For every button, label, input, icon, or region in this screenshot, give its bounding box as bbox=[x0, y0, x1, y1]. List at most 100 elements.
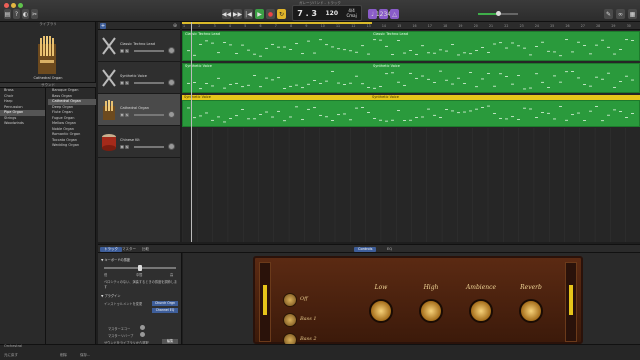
lcd-tempo: 120 bbox=[325, 9, 338, 17]
plugin-slot-1[interactable]: Church Orgn bbox=[152, 301, 178, 306]
master-volume-fill bbox=[478, 13, 498, 15]
solo-button[interactable]: S bbox=[125, 113, 129, 117]
sens-low-label: 低 bbox=[104, 273, 108, 277]
delete-button[interactable]: 削除 bbox=[60, 353, 67, 358]
notepad-button[interactable]: ✎ bbox=[604, 9, 613, 19]
low-knob[interactable] bbox=[369, 299, 393, 323]
cycle-region[interactable] bbox=[182, 22, 372, 24]
editors-button[interactable]: ✂ bbox=[31, 9, 38, 19]
stop-button-off[interactable] bbox=[283, 293, 297, 307]
close-window-button[interactable] bbox=[4, 3, 9, 8]
tab-compare[interactable]: 比較 bbox=[138, 247, 153, 252]
organ-icon bbox=[38, 36, 56, 74]
track-row-4[interactable]: Chinese Kit M S bbox=[98, 126, 180, 158]
lcd-display[interactable]: 7 . 3 120 4/4 Cmaj bbox=[292, 5, 362, 21]
ruler-bar-number: 29 bbox=[611, 24, 616, 28]
save-button[interactable]: 保存... bbox=[80, 353, 90, 358]
rewind-button[interactable]: ◀◀ bbox=[222, 9, 231, 19]
region-synthetic-voice[interactable]: Synthetic Voice Synthetic Voice bbox=[182, 63, 640, 93]
track-volume-slider[interactable] bbox=[134, 114, 164, 116]
knob-label-ambience: Ambience bbox=[465, 284, 497, 291]
title-bar: ガレージバンド ‑ トラック ▤ ? ◐ ✂ ◀◀ ▶▶ |◀ ▶ ● ↻ 7 … bbox=[0, 0, 640, 22]
mute-button[interactable]: M bbox=[120, 113, 124, 117]
stop-button-bass1[interactable] bbox=[283, 313, 297, 327]
track-header-toolbar: + ⊕ bbox=[98, 22, 180, 30]
region-classic-techno-lead[interactable]: Classic Techno Lead Classic Techno Lead bbox=[182, 31, 640, 61]
pan-knob[interactable] bbox=[168, 79, 175, 86]
master-volume-slider[interactable] bbox=[478, 11, 518, 16]
knob-label-reverb: Reverb bbox=[520, 284, 542, 291]
ruler-bar-number: 16 bbox=[412, 24, 417, 28]
ruler-bar-number: 13 bbox=[366, 24, 371, 28]
pan-knob[interactable] bbox=[168, 111, 175, 118]
sensitivity-slider[interactable] bbox=[104, 265, 176, 271]
grid-lines bbox=[182, 128, 626, 242]
left-drawbar-handle[interactable] bbox=[263, 285, 267, 315]
master-echo-knob[interactable] bbox=[140, 325, 145, 330]
master-volume-thumb[interactable] bbox=[496, 11, 501, 16]
solo-button[interactable]: S bbox=[125, 81, 129, 85]
track-volume-slider[interactable] bbox=[134, 50, 164, 52]
loop-browser-button[interactable]: ∞ bbox=[616, 9, 625, 19]
tab-eq[interactable]: EQ bbox=[383, 247, 396, 252]
minimize-window-button[interactable] bbox=[11, 3, 16, 8]
track-options-icon[interactable]: ⊕ bbox=[172, 23, 178, 29]
pan-knob[interactable] bbox=[168, 143, 175, 150]
synth-icon bbox=[102, 69, 116, 87]
patch-item[interactable]: Wedding Organ bbox=[48, 143, 96, 149]
ruler-bar-number: 4 bbox=[228, 24, 231, 28]
browser-button[interactable]: ▦ bbox=[628, 9, 637, 19]
track-volume-slider[interactable] bbox=[134, 146, 164, 148]
tab-master[interactable]: マスター bbox=[118, 247, 140, 252]
cycle-button[interactable]: ↻ bbox=[277, 9, 286, 19]
go-to-start-button[interactable]: |◀ bbox=[244, 9, 253, 19]
pan-knob[interactable] bbox=[168, 47, 175, 54]
synth-icon bbox=[102, 37, 116, 55]
zoom-window-button[interactable] bbox=[18, 3, 23, 8]
mute-button[interactable]: M bbox=[120, 145, 124, 149]
ruler-bar-number: 3 bbox=[213, 24, 216, 28]
metronome-button[interactable]: △ bbox=[390, 9, 399, 19]
track-name: Classic Techno Lead bbox=[120, 42, 155, 46]
mute-button[interactable]: M bbox=[120, 49, 124, 53]
count-in-button[interactable]: 1234 bbox=[376, 9, 391, 19]
sensitivity-thumb[interactable] bbox=[138, 265, 142, 271]
section-plugins: ▼ プラグイン bbox=[101, 294, 121, 298]
tab-controls[interactable]: Controls bbox=[354, 247, 377, 252]
smart-controls-button[interactable]: ◐ bbox=[22, 9, 29, 19]
ruler-bar-number: 23 bbox=[519, 24, 524, 28]
arrange-area[interactable]: Classic Techno Lead Classic Techno Lead … bbox=[182, 30, 640, 242]
playhead[interactable] bbox=[191, 22, 192, 242]
track-row-2[interactable]: Synthetic Voice M S bbox=[98, 62, 180, 94]
play-button[interactable]: ▶ bbox=[255, 9, 264, 19]
right-drawbar[interactable] bbox=[565, 262, 577, 342]
ruler-bar-number: 10 bbox=[320, 24, 325, 28]
fast-forward-button[interactable]: ▶▶ bbox=[233, 9, 242, 19]
section-keyboard-sensitivity: ▼ キーボードの感度 bbox=[101, 258, 130, 262]
plugin-slot-2[interactable]: Channel EQ bbox=[152, 308, 178, 313]
reverb-knob[interactable] bbox=[519, 299, 543, 323]
track-row-1[interactable]: Classic Techno Lead M S bbox=[98, 30, 180, 62]
help-button[interactable]: ? bbox=[13, 9, 20, 19]
add-track-button[interactable]: + bbox=[100, 23, 106, 29]
solo-button[interactable]: S bbox=[125, 145, 129, 149]
ruler-bar-number: 1 bbox=[183, 24, 186, 28]
ambience-knob[interactable] bbox=[469, 299, 493, 323]
timeline-ruler[interactable]: 1 2 3 4 5 6 7 8 9 10 11 12 13 14 15 16 17 18 19 20 21 22 23 24 2… bbox=[182, 22, 640, 30]
master-reverb-knob[interactable] bbox=[140, 332, 145, 337]
track-volume-slider[interactable] bbox=[134, 82, 164, 84]
solo-button[interactable]: S bbox=[125, 49, 129, 53]
sens-high-label: 高 bbox=[170, 273, 174, 277]
right-drawbar-handle[interactable] bbox=[569, 285, 573, 315]
track-row-3[interactable]: Cathedral Organ M S bbox=[98, 94, 180, 126]
ruler-bar-number: 27 bbox=[580, 24, 585, 28]
library-toggle-button[interactable]: ▤ bbox=[4, 9, 11, 19]
region-cathedral-organ[interactable] bbox=[182, 100, 640, 127]
left-drawbar[interactable] bbox=[259, 262, 271, 342]
revert-button[interactable]: 元に戻す bbox=[4, 353, 18, 358]
record-button[interactable]: ● bbox=[266, 9, 275, 19]
mute-button[interactable]: M bbox=[120, 81, 124, 85]
high-knob[interactable] bbox=[419, 299, 443, 323]
track-name: Synthetic Voice bbox=[120, 74, 147, 78]
category-item-woodwinds[interactable]: Woodwinds bbox=[0, 121, 45, 127]
